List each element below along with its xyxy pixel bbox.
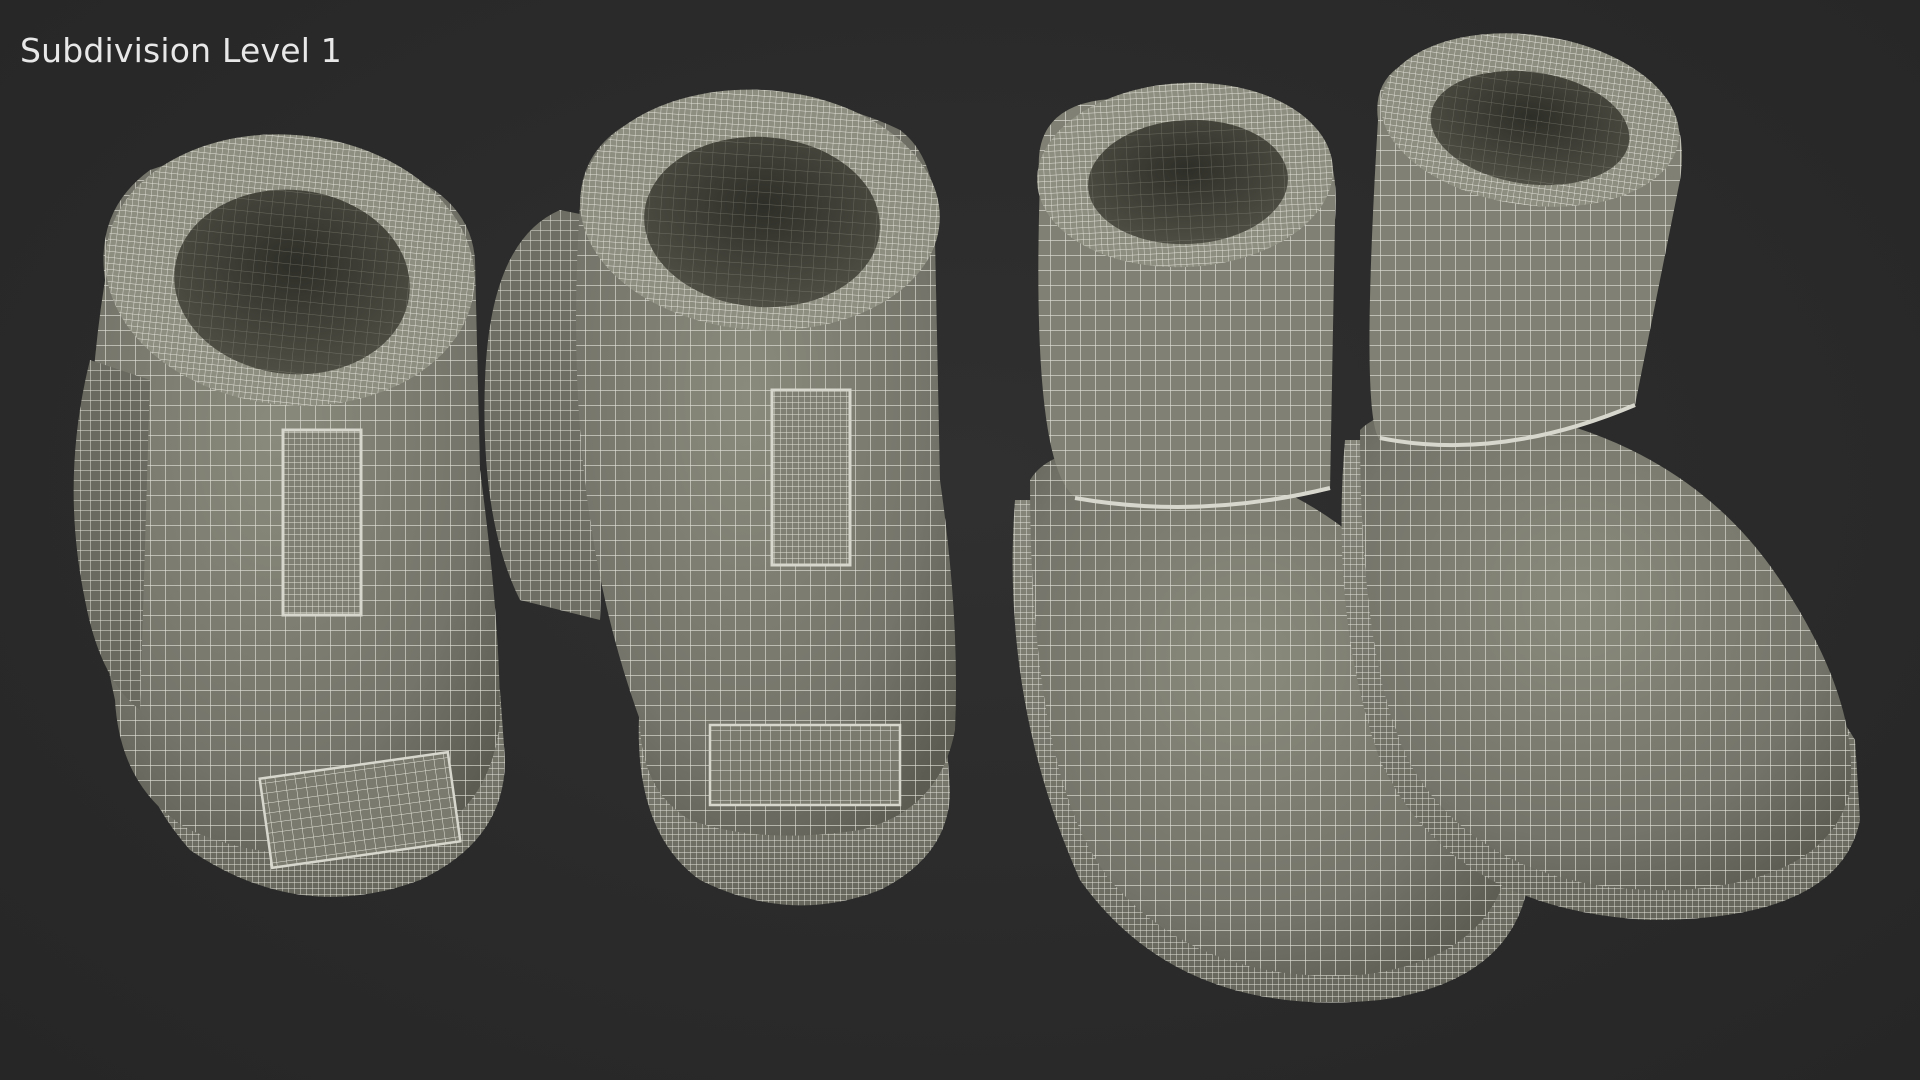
render-title: Subdivision Level 1	[20, 31, 342, 70]
boot-rear-left	[73, 134, 505, 897]
boot-front-right	[1341, 33, 1860, 920]
render-viewport: Subdivision Level 1	[0, 0, 1920, 1080]
boots-wireframe-render	[73, 33, 1860, 1003]
boot-rear-right	[484, 89, 956, 906]
